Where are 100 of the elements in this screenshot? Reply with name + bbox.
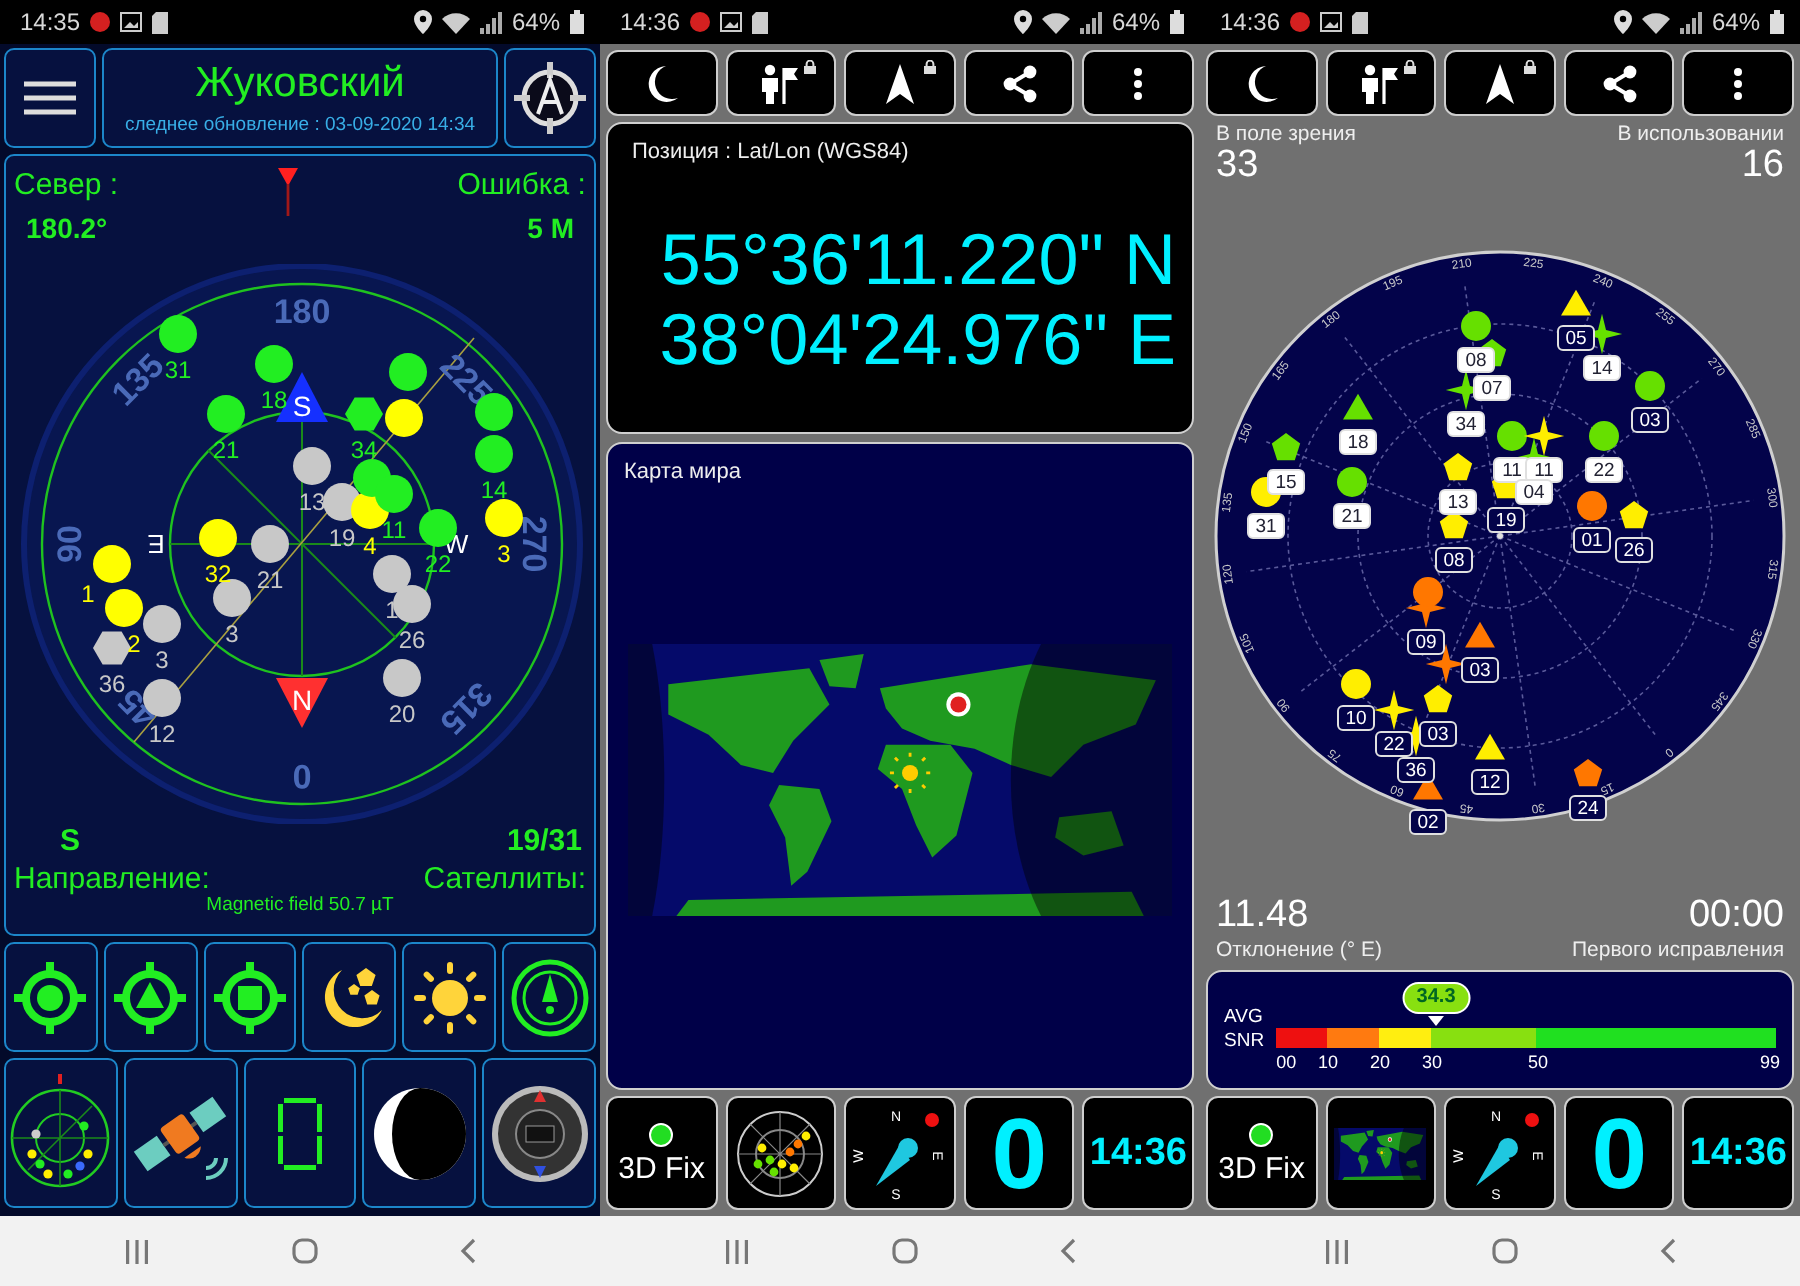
recent-apps-icon[interactable] — [1324, 1239, 1350, 1263]
signal-icon — [1079, 11, 1102, 33]
toolbar-button[interactable] — [1444, 50, 1556, 116]
back-icon[interactable] — [1060, 1238, 1076, 1264]
target-button[interactable] — [103, 942, 198, 1052]
toolbar-button[interactable] — [1563, 50, 1675, 116]
north-value: 180.2° — [24, 212, 110, 244]
battery-icon — [1770, 10, 1784, 34]
toolbar-button[interactable] — [1082, 50, 1194, 116]
satellite-number: 02 — [1409, 809, 1447, 835]
fix-status-label: 3D Fix — [618, 1151, 705, 1185]
skyplot-button[interactable] — [4, 1058, 118, 1208]
widget-tile[interactable]: 3D Fix — [1206, 1096, 1318, 1210]
satellite-number: 36 — [98, 670, 126, 698]
compass-icon — [509, 957, 590, 1037]
toolbar-button[interactable] — [606, 50, 718, 116]
toolbar-button[interactable] — [844, 50, 956, 116]
satellite-number: 11 — [381, 516, 407, 544]
person-with-flag-icon — [758, 63, 803, 103]
satellites-value: 19/31 — [506, 824, 582, 858]
degree-label: 225 — [432, 346, 500, 414]
sun-icon — [409, 957, 490, 1037]
target-button[interactable] — [4, 942, 98, 1052]
satellite-number: 36 — [1397, 757, 1435, 783]
toolbar-button[interactable] — [1206, 50, 1318, 116]
fix-status-label: 3D Fix — [1218, 1151, 1305, 1185]
magnetic-field-text: Magnetic field 50.7 µT — [206, 896, 396, 915]
indicator-dot-icon — [924, 1112, 939, 1126]
more-icon — [1732, 65, 1745, 101]
direction-value: S — [60, 824, 81, 858]
widget-tile[interactable] — [1325, 1096, 1437, 1210]
direction-pointer: N — [276, 678, 328, 728]
widget-tile[interactable]: 3D Fix — [606, 1096, 718, 1210]
battery-icon — [570, 10, 584, 34]
satellite-number: 31 — [1247, 513, 1285, 539]
back-icon[interactable] — [1660, 1238, 1676, 1264]
seven-segment-zero-icon — [277, 1097, 322, 1169]
satellite-number: 03 — [1419, 721, 1457, 747]
widget-tile[interactable]: 14:36 — [1082, 1096, 1194, 1210]
satellite-number: 1 — [81, 580, 95, 608]
home-icon[interactable] — [1492, 1238, 1518, 1264]
more-icon — [1132, 65, 1145, 101]
lock-icon — [923, 60, 936, 74]
toolbar-button[interactable] — [725, 50, 837, 116]
sd-card-icon — [752, 11, 769, 33]
moon-phase-button[interactable] — [362, 1058, 477, 1208]
widget-tile[interactable] — [725, 1096, 837, 1210]
day-mode-button[interactable] — [402, 942, 497, 1052]
error-value: 5 M — [525, 212, 576, 244]
fix-indicator-icon — [1248, 1121, 1275, 1147]
satellite-button[interactable] — [123, 1058, 238, 1208]
image-icon — [720, 12, 743, 32]
battery-percentage: 64% — [1111, 8, 1160, 36]
signal-icon — [479, 11, 502, 33]
snr-label: SNR — [1224, 1030, 1265, 1052]
in-use-count: 16 — [1741, 146, 1784, 188]
target-button[interactable] — [203, 942, 297, 1052]
toolbar-button[interactable] — [963, 50, 1075, 116]
notification-icon — [1290, 12, 1311, 32]
snr-tick-label: 20 — [1370, 1052, 1391, 1072]
compass-dial-button[interactable] — [482, 1058, 596, 1208]
satellite-number: 15 — [1267, 469, 1305, 495]
satellite-number: 03 — [1461, 657, 1499, 683]
direction-label: Направление: — [14, 862, 210, 896]
location-icon — [1013, 10, 1032, 34]
sd-card-icon — [1352, 11, 1369, 33]
back-icon[interactable] — [460, 1238, 476, 1264]
counter-button[interactable] — [243, 1058, 357, 1208]
satellite-number: 31 — [164, 356, 192, 384]
in-use-label: В использовании — [1617, 122, 1784, 146]
lock-icon — [804, 60, 817, 74]
in-view-count: 33 — [1216, 146, 1259, 188]
widget-tile[interactable]: 0 — [963, 1096, 1075, 1210]
compass-button[interactable] — [502, 942, 596, 1052]
snr-tick-label: 10 — [1318, 1052, 1339, 1072]
direction-letter: E — [147, 529, 165, 559]
recent-apps-icon[interactable] — [724, 1239, 750, 1263]
widget-tile[interactable]: 14:36 — [1682, 1096, 1794, 1210]
first-fix-label: Первого исправления — [1571, 937, 1784, 962]
north-label: Север : — [14, 168, 118, 202]
menu-button[interactable] — [4, 48, 96, 148]
toolbar-button[interactable] — [1325, 50, 1437, 116]
clock-time: 14:36 — [1689, 1131, 1787, 1175]
snr-tick-label: 50 — [1528, 1052, 1549, 1072]
battery-percentage: 64% — [511, 8, 560, 36]
world-map-thumbnail-drawing — [1334, 1127, 1427, 1179]
satellite-number: 4 — [363, 532, 377, 560]
crosshair-button[interactable] — [504, 48, 596, 148]
navigation-arrow-icon — [885, 63, 914, 103]
satellite-number: 18 — [1339, 429, 1377, 455]
home-icon[interactable] — [892, 1238, 918, 1264]
toolbar-button[interactable] — [1682, 50, 1794, 116]
recent-apps-icon[interactable] — [124, 1239, 150, 1263]
home-icon[interactable] — [292, 1238, 318, 1264]
triangle-target-icon — [112, 959, 189, 1035]
satellite-number: 18 — [260, 386, 288, 414]
night-mode-button[interactable] — [302, 942, 397, 1052]
skyplot-thumbnail-drawing — [734, 1107, 827, 1199]
snr-label: AVG — [1224, 1006, 1265, 1028]
widget-tile[interactable]: 0 — [1563, 1096, 1675, 1210]
